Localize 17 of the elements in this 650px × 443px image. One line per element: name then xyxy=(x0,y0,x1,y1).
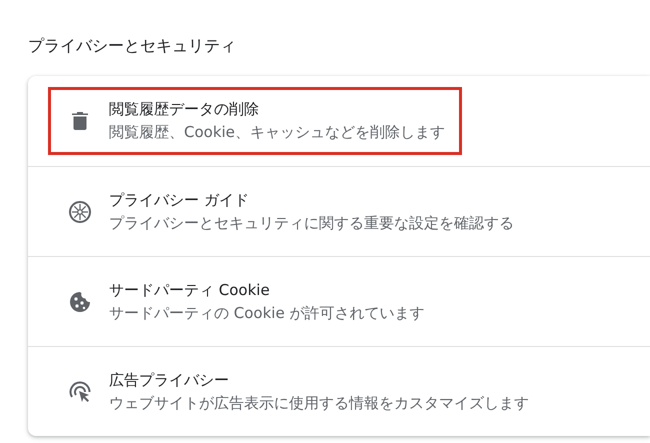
item-description: サードパーティの Cookie が許可されています xyxy=(109,302,424,324)
section-title: プライバシーとセキュリティ xyxy=(28,35,237,57)
settings-row[interactable]: 閲覧履歴データの削除 閲覧履歴、Cookie、キャッシュなどを削除します xyxy=(28,76,650,166)
item-title: プライバシー ガイド xyxy=(109,190,250,210)
settings-row[interactable]: 広告プライバシー ウェブサイトが広告表示に使用する情報をカスタマイズします xyxy=(28,346,650,436)
item-title: サードパーティ Cookie xyxy=(109,280,271,300)
item-title: 広告プライバシー xyxy=(109,370,230,390)
cookie-icon xyxy=(69,290,91,312)
settings-row[interactable]: サードパーティ Cookie サードパーティの Cookie が許可されています xyxy=(28,256,650,346)
cursor-target-icon xyxy=(68,380,92,404)
item-description: ウェブサイトが広告表示に使用する情報をカスタマイズします xyxy=(109,392,529,414)
item-title: 閲覧履歴データの削除 xyxy=(109,99,260,120)
compass-icon xyxy=(68,200,92,224)
item-description: プライバシーとセキュリティに関する重要な設定を確認する xyxy=(109,212,514,234)
item-description: 閲覧履歴、Cookie、キャッシュなどを削除します xyxy=(109,122,445,143)
trash-icon xyxy=(72,112,88,130)
settings-row[interactable]: プライバシー ガイド プライバシーとセキュリティに関する重要な設定を確認する xyxy=(28,166,650,256)
